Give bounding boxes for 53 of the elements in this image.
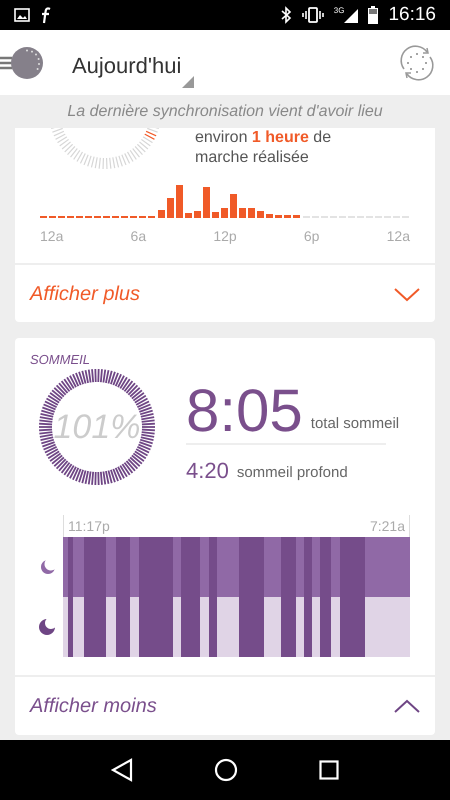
activity-bar	[284, 215, 291, 218]
dropdown-corner-icon	[182, 76, 194, 88]
vibrate-icon	[302, 7, 324, 23]
bluetooth-icon	[280, 6, 292, 24]
axis-label: 12p	[213, 227, 237, 246]
section-title: SOMMEIL	[30, 352, 90, 368]
total-sleep-value: 8:05	[186, 381, 303, 441]
signal-icon	[344, 7, 358, 23]
sync-status-text: La dernière synchronisation vient d'avoir lieu	[67, 102, 383, 122]
activity-bar	[203, 187, 210, 218]
back-button[interactable]	[110, 758, 133, 782]
activity-bar	[167, 198, 174, 218]
activity-bar	[230, 194, 237, 218]
device-logo-icon	[11, 46, 43, 78]
deep-sleep-moon-icon	[39, 619, 55, 635]
sleep-end-time: 7:21a	[370, 516, 405, 536]
home-icon	[214, 758, 238, 782]
activity-bar	[176, 185, 183, 218]
sleep-start-time: 11:17p	[68, 516, 110, 536]
activity-bar	[221, 208, 228, 218]
menu-icon	[0, 54, 12, 70]
activity-bar	[275, 215, 282, 218]
show-more-button[interactable]: Afficher plus	[15, 263, 435, 322]
activity-bar	[185, 213, 192, 218]
activity-summary: environ 1 heure de marche réalisée	[195, 128, 332, 168]
deep-sleep-label: sommeil profond	[236, 463, 348, 483]
show-less-button[interactable]: Afficher moins	[15, 675, 435, 735]
activity-bar	[257, 211, 264, 218]
back-icon	[110, 758, 133, 782]
activity-bar	[158, 210, 165, 218]
axis-label: 6a	[130, 227, 146, 246]
activity-bar	[194, 211, 201, 218]
menu-button[interactable]	[0, 46, 43, 78]
activity-bar	[212, 212, 219, 218]
image-icon	[14, 8, 30, 22]
f-icon	[40, 6, 52, 24]
recents-button[interactable]	[319, 760, 340, 780]
activity-bar	[266, 214, 273, 218]
deep-sleep-value: 4:20	[186, 459, 229, 483]
axis-label: 12a	[40, 227, 64, 246]
network-label: 3G	[334, 7, 344, 15]
total-sleep-label: total sommeil	[310, 414, 400, 434]
activity-bar	[248, 208, 255, 218]
battery-icon	[368, 6, 378, 24]
date-dropdown[interactable]: Aujourd'hui	[72, 49, 194, 88]
light-sleep-moon-icon	[41, 560, 55, 574]
activity-bar	[239, 208, 246, 218]
home-button[interactable]	[214, 758, 238, 782]
clock: 16:16	[388, 2, 436, 27]
axis-label: 12a	[386, 227, 410, 246]
activity-bar	[293, 215, 300, 218]
recents-icon	[319, 760, 340, 780]
axis-label: 6p	[304, 227, 320, 246]
